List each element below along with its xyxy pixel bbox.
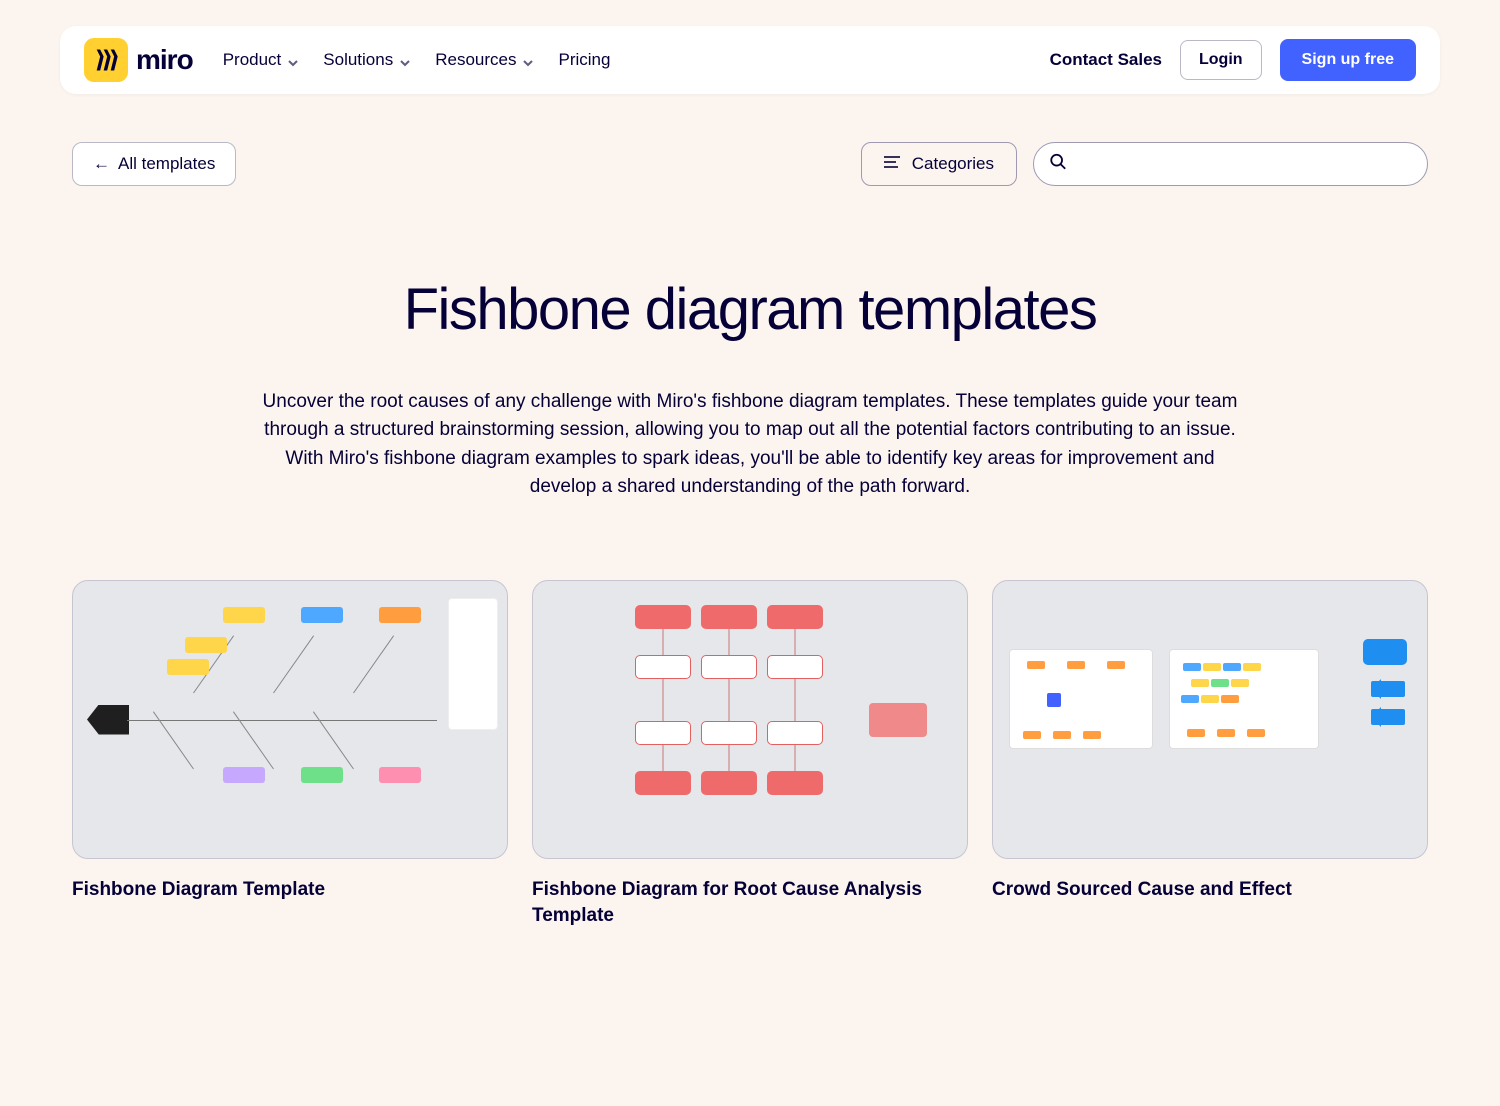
nav-solutions-label: Solutions [323,50,393,70]
search-input[interactable] [1033,142,1428,186]
logo-text: miro [136,44,193,76]
nav-pricing[interactable]: Pricing [558,50,610,70]
logo[interactable]: miro [84,38,193,82]
nav-product[interactable]: Product [223,50,300,70]
nav-pricing-label: Pricing [558,50,610,70]
chevron-down-icon [522,54,534,66]
template-thumbnail [72,580,508,859]
categories-button[interactable]: Categories [861,142,1017,186]
contact-sales-link[interactable]: Contact Sales [1050,50,1162,70]
chevron-down-icon [399,54,411,66]
back-all-templates-button[interactable]: ← All templates [72,142,236,186]
header-left: miro Product Solutions Resources Pricing [84,38,610,82]
site-header: miro Product Solutions Resources Pricing… [60,26,1440,94]
nav-resources-label: Resources [435,50,516,70]
arrow-left-icon: ← [93,154,110,174]
search-wrap [1033,142,1428,186]
header-right: Contact Sales Login Sign up free [1050,39,1416,81]
signup-button[interactable]: Sign up free [1280,39,1416,81]
page-title: Fishbone diagram templates [260,278,1240,342]
back-label: All templates [118,154,215,174]
login-button[interactable]: Login [1180,40,1262,80]
nav-resources[interactable]: Resources [435,50,534,70]
hero: Fishbone diagram templates Uncover the r… [240,278,1260,502]
nav-product-label: Product [223,50,282,70]
template-title: Crowd Sourced Cause and Effect [992,877,1428,903]
template-card[interactable]: Fishbone Diagram for Root Cause Analysis… [532,580,968,929]
template-thumbnail [532,580,968,859]
template-title: Fishbone Diagram Template [72,877,508,903]
page-description: Uncover the root causes of any challenge… [260,388,1240,502]
template-title: Fishbone Diagram for Root Cause Analysis… [532,877,968,928]
toolbar: ← All templates Categories [72,142,1428,186]
template-card[interactable]: Crowd Sourced Cause and Effect [992,580,1428,929]
categories-label: Categories [912,154,994,174]
toolbar-right: Categories [861,142,1428,186]
search-icon [1049,153,1067,176]
template-grid: Fishbone Diagram Template Fishbone Diag [72,580,1428,929]
list-icon [884,154,900,174]
chevron-down-icon [287,54,299,66]
logo-mark-icon [84,38,128,82]
template-card[interactable]: Fishbone Diagram Template [72,580,508,929]
main-nav: Product Solutions Resources Pricing [223,50,611,70]
template-thumbnail [992,580,1428,859]
nav-solutions[interactable]: Solutions [323,50,411,70]
